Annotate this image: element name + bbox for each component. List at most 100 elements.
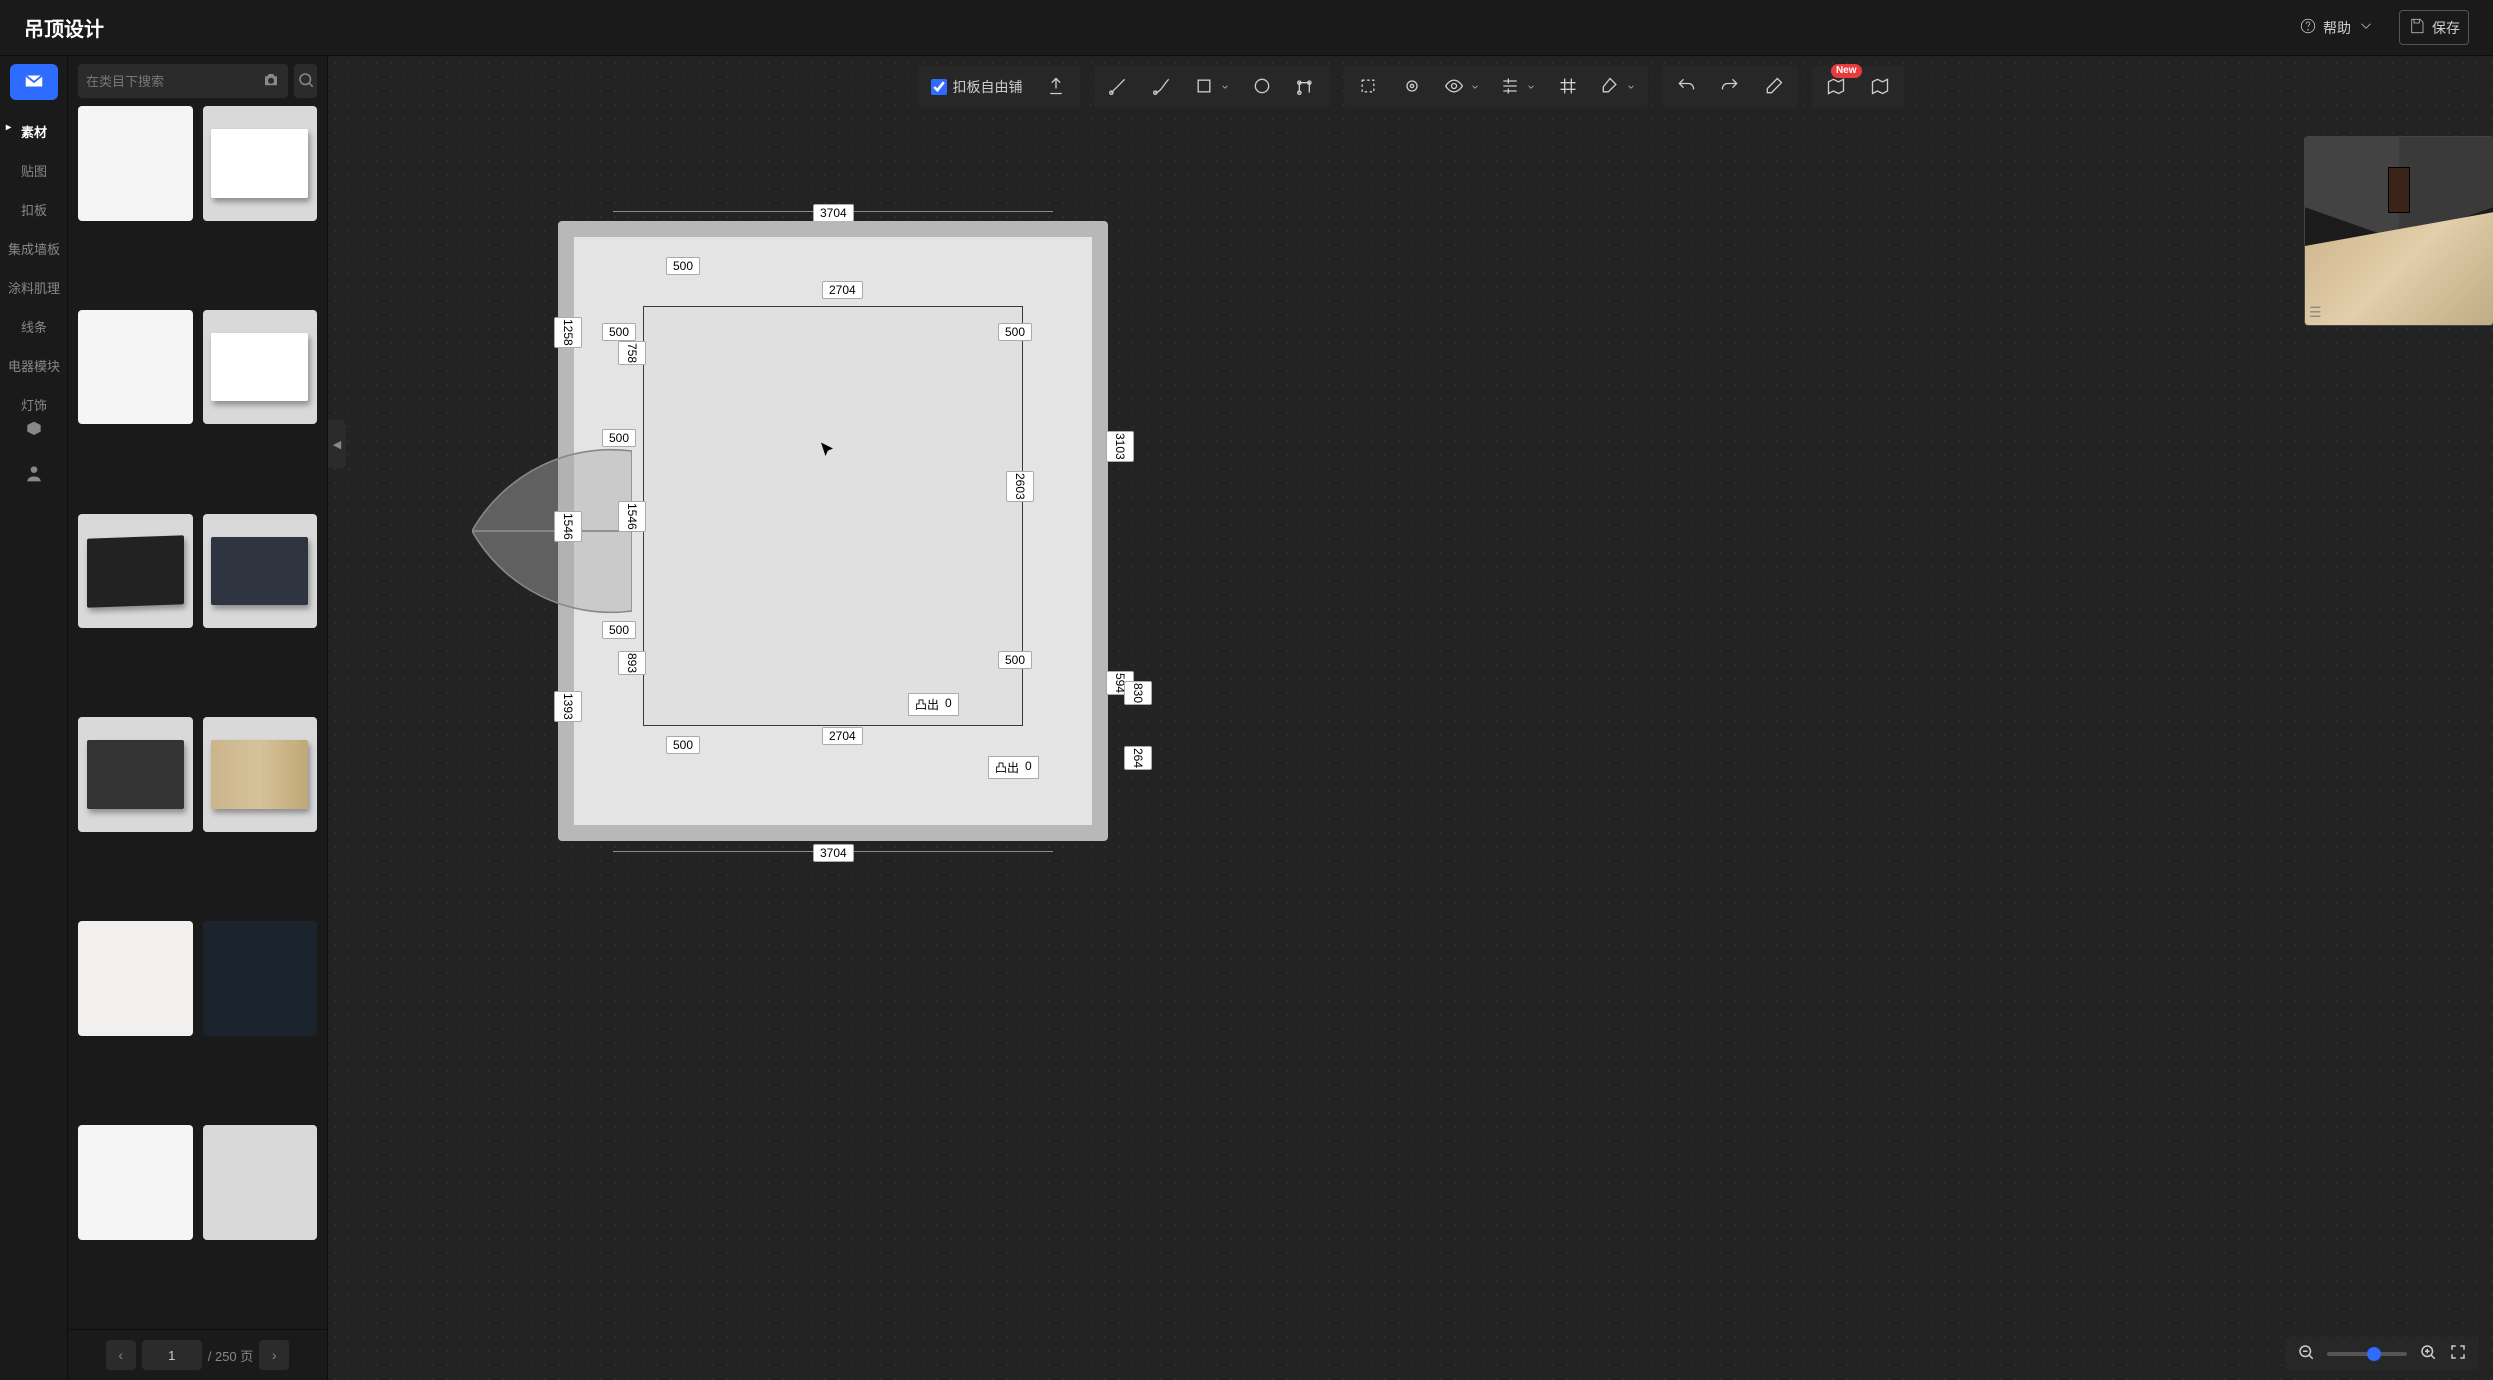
page-title: 吊顶设计 (24, 13, 104, 42)
path-tool-button[interactable] (1286, 70, 1326, 104)
material-item[interactable] (203, 106, 318, 221)
dimension-label: 500 (998, 323, 1032, 341)
chevron-down-icon (1626, 79, 1636, 95)
circle-tool-button[interactable] (1242, 70, 1282, 104)
search-box (78, 64, 288, 98)
material-item[interactable] (203, 310, 318, 425)
cat-electric[interactable]: 电器模块 (0, 346, 68, 385)
path-icon (1296, 76, 1316, 99)
undo-button[interactable] (1666, 70, 1706, 104)
circle-icon (1252, 76, 1272, 99)
line-tool-button[interactable] (1098, 70, 1138, 104)
ceiling-region[interactable] (643, 306, 1023, 726)
dimension-label: 1546 (554, 511, 582, 542)
material-item[interactable] (78, 921, 193, 1036)
floor-plan[interactable]: 500 2704 500 500 500 500 500 500 2704 12… (558, 221, 1108, 841)
rect-tool-button[interactable] (1186, 70, 1238, 104)
material-item[interactable] (78, 1125, 193, 1240)
dimension-label: 830 (1124, 681, 1152, 705)
camera-icon[interactable] (262, 71, 280, 92)
save-button[interactable]: 保存 (2399, 10, 2469, 45)
material-item[interactable] (78, 514, 193, 629)
cat-light[interactable]: 灯饰 (0, 385, 68, 424)
extrude-label: 凸出 (915, 696, 939, 713)
rail-cube-button[interactable] (24, 420, 44, 443)
eye-icon (1444, 76, 1464, 99)
map-button-2[interactable] (1860, 70, 1900, 104)
zoom-out-button[interactable] (2297, 1343, 2315, 1364)
fit-screen-button[interactable] (2449, 1343, 2467, 1364)
zoom-slider[interactable] (2327, 1352, 2407, 1356)
canvas[interactable]: 扣板自由铺 Ne (328, 56, 2493, 1380)
upload-button[interactable] (1036, 70, 1076, 104)
page-total: / 250 页 (208, 1346, 254, 1365)
baseboard-white-icon (211, 129, 308, 198)
material-item[interactable] (203, 514, 318, 629)
cat-line[interactable]: 线条 (0, 307, 68, 346)
dimension-label: 500 (666, 257, 700, 275)
material-item[interactable] (203, 1125, 318, 1240)
dimension-label: 758 (618, 341, 646, 365)
align-icon (1500, 76, 1520, 99)
zoom-in-button[interactable] (2419, 1343, 2437, 1364)
panel-collapse-handle[interactable]: ◀ (328, 420, 346, 468)
extrude-label: 凸出 (995, 759, 1019, 776)
grid-button[interactable] (1548, 70, 1588, 104)
rail-user-button[interactable] (24, 463, 44, 486)
baseboard-white-icon (211, 333, 308, 402)
envelope-icon (23, 70, 45, 95)
redo-button[interactable] (1710, 70, 1750, 104)
cube-icon (24, 427, 44, 443)
map-icon (1826, 76, 1846, 99)
material-item[interactable] (78, 310, 193, 425)
line-icon (1108, 76, 1128, 99)
preview-door-icon (2388, 167, 2410, 213)
align-button[interactable] (1492, 70, 1544, 104)
undo-icon (1676, 76, 1696, 99)
cat-material[interactable]: 素材 (0, 112, 68, 151)
free-lay-checkbox[interactable] (931, 79, 947, 95)
eraser-button[interactable] (1754, 70, 1794, 104)
page-input[interactable] (142, 1340, 202, 1370)
dimension-label: 2704 (822, 281, 863, 299)
room-3d-preview[interactable]: 房间 ☰ (2304, 136, 2493, 326)
curve-tool-button[interactable] (1142, 70, 1182, 104)
page-next-button[interactable]: › (259, 1340, 289, 1370)
search-button[interactable] (294, 64, 317, 98)
fullscreen-icon (2449, 1343, 2467, 1364)
page-prev-button[interactable]: ‹ (106, 1340, 136, 1370)
material-item[interactable] (78, 717, 193, 832)
visibility-button[interactable] (1436, 70, 1488, 104)
chevron-left-icon: ◀ (333, 438, 341, 451)
door-swing (472, 431, 632, 631)
help-button[interactable]: 帮助 (2291, 11, 2383, 44)
material-item[interactable] (203, 921, 318, 1036)
cat-paint[interactable]: 涂料肌理 (0, 268, 68, 307)
grid-icon (1558, 76, 1578, 99)
free-lay-toggle[interactable]: 扣板自由铺 (922, 70, 1032, 104)
paint-button[interactable] (1592, 70, 1644, 104)
rail-mail-button[interactable] (10, 64, 58, 100)
preview-button[interactable] (1392, 70, 1432, 104)
zoom-in-icon (2419, 1343, 2437, 1364)
map-button-1[interactable]: New (1816, 70, 1856, 104)
hamburger-icon[interactable]: ☰ (2309, 304, 2322, 321)
material-grid (68, 106, 327, 1329)
chevron-down-icon (1526, 79, 1536, 95)
cat-panel[interactable]: 扣板 (0, 190, 68, 229)
dimension-label: 264 (1124, 746, 1152, 770)
search-input[interactable] (86, 74, 262, 89)
material-item[interactable] (203, 717, 318, 832)
material-item[interactable] (78, 106, 193, 221)
extrude-field[interactable]: 凸出 0 (908, 693, 959, 716)
help-label: 帮助 (2323, 18, 2351, 38)
dimension-label: 1546 (618, 501, 646, 532)
extrude-field[interactable]: 凸出 0 (988, 756, 1039, 779)
select-area-button[interactable] (1348, 70, 1388, 104)
cat-wallboard[interactable]: 集成墙板 (0, 229, 68, 268)
select-icon (1358, 76, 1378, 99)
dimension-label: 3704 (813, 844, 854, 862)
dimension-label: 2603 (1006, 471, 1034, 502)
user-icon (24, 470, 44, 486)
cat-texture[interactable]: 贴图 (0, 151, 68, 190)
